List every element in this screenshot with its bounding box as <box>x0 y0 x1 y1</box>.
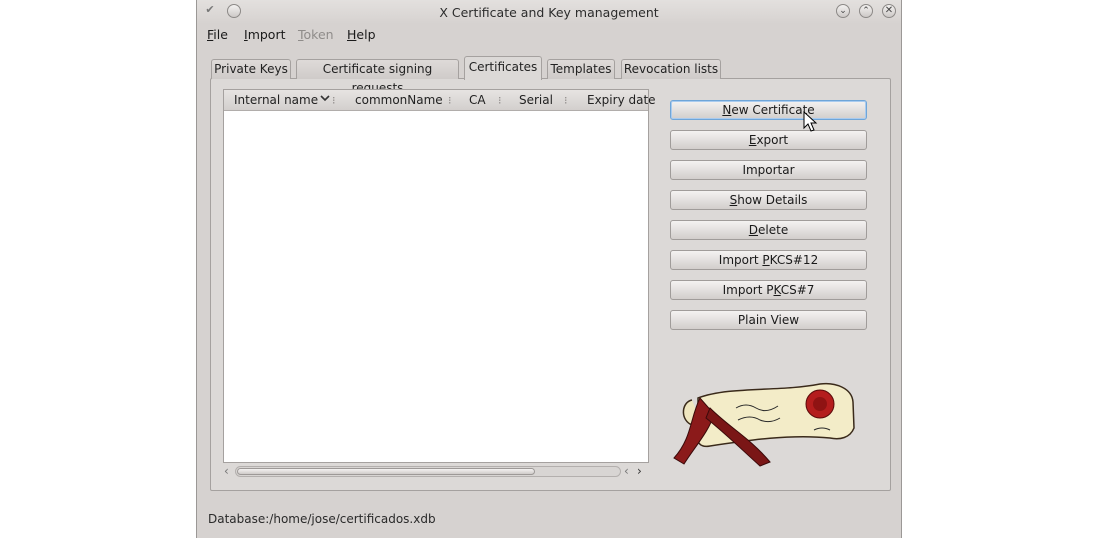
certificate-list[interactable]: Internal name ⁝ commonName ⁝ CA ⁝ Serial… <box>223 89 656 463</box>
main-window: ✔ X Certificate and Key management ⌄ ⌃ ✕… <box>196 0 902 538</box>
mouse-cursor-icon <box>803 111 818 132</box>
status-bar-database: Database:/home/jose/certificados.xdb <box>208 512 436 526</box>
scroll-right-arrow-icon[interactable]: › <box>637 464 642 478</box>
menu-import[interactable]: Import <box>244 27 286 42</box>
scroll-left-arrow-icon[interactable]: ‹ <box>624 464 629 478</box>
column-separator-grip-icon[interactable]: ⁝ <box>564 94 568 107</box>
chevron-down-icon <box>320 92 330 107</box>
list-header: Internal name ⁝ commonName ⁝ CA ⁝ Serial… <box>224 90 656 111</box>
tab-bar: Private Keys Certificate signing request… <box>197 56 901 95</box>
column-header-ca[interactable]: CA <box>469 93 486 107</box>
tab-certificate-signing-requests[interactable]: Certificate signing requests <box>296 59 459 95</box>
delete-button[interactable]: Delete <box>670 220 867 240</box>
maximize-button[interactable]: ⌃ <box>859 4 873 18</box>
horizontal-scrollbar[interactable]: ‹ ‹ › <box>223 464 649 479</box>
tab-private-keys[interactable]: Private Keys <box>211 59 291 79</box>
import-pkcs7-button[interactable]: Import PKCS#7 <box>670 280 867 300</box>
title-bar: ✔ X Certificate and Key management ⌄ ⌃ ✕ <box>197 0 901 24</box>
scroll-logo-icon <box>673 382 855 467</box>
column-header-internal-name[interactable]: Internal name <box>234 93 318 107</box>
column-separator-grip-icon[interactable]: ⁝ <box>448 94 452 107</box>
import-pkcs12-button[interactable]: Import PKCS#12 <box>670 250 867 270</box>
column-header-expiry-date[interactable]: Expiry date <box>587 93 656 107</box>
menu-token[interactable]: Token <box>298 27 334 42</box>
window-title: X Certificate and Key management <box>439 5 659 20</box>
tab-certificates[interactable]: Certificates <box>464 56 542 80</box>
scrollbar-thumb[interactable] <box>237 468 535 475</box>
minimize-button[interactable]: ⌄ <box>836 4 850 18</box>
plain-view-button[interactable]: Plain View <box>670 310 867 330</box>
column-header-serial[interactable]: Serial <box>519 93 553 107</box>
scroll-left-arrow-icon[interactable]: ‹ <box>224 464 229 478</box>
menu-file[interactable]: File <box>207 27 228 42</box>
export-button[interactable]: Export <box>670 130 867 150</box>
column-separator-grip-icon[interactable]: ⁝ <box>498 94 502 107</box>
show-details-button[interactable]: Show Details <box>670 190 867 210</box>
scrollbar-track[interactable] <box>235 466 621 477</box>
column-header-commonname[interactable]: commonName <box>355 93 443 107</box>
importar-button[interactable]: Importar <box>670 160 867 180</box>
menu-bar: File Import Token Help <box>197 26 901 44</box>
tab-revocation-lists[interactable]: Revocation lists <box>621 59 721 79</box>
close-button[interactable]: ✕ <box>882 4 896 18</box>
new-certificate-button[interactable]: New Certificate <box>670 100 867 120</box>
menu-help[interactable]: Help <box>347 27 376 42</box>
column-separator-grip-icon[interactable]: ⁝ <box>332 94 336 107</box>
tab-templates[interactable]: Templates <box>547 59 615 79</box>
